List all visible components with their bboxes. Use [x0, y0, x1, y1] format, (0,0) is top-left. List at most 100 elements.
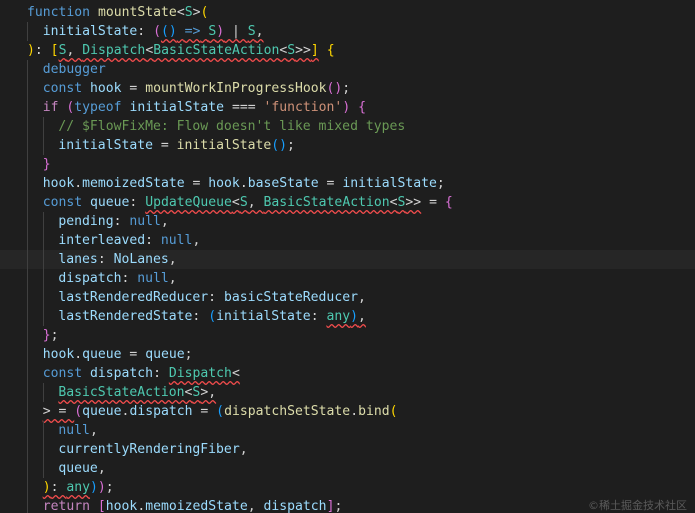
code-line[interactable]: interleaved: null,: [0, 231, 695, 250]
code-token: typeof: [74, 100, 122, 115]
code-line[interactable]: null,: [0, 421, 695, 440]
code-token: dispatch: [58, 271, 122, 286]
code-token: ,: [89, 423, 98, 438]
code-token: ,: [160, 214, 169, 229]
code-line[interactable]: // $FlowFixMe: Flow doesn't like mixed t…: [0, 117, 695, 136]
code-text: // $FlowFixMe: Flow doesn't like mixed t…: [58, 117, 405, 136]
code-token: =: [121, 81, 146, 96]
indent-guide: [27, 22, 28, 41]
code-token: function: [27, 5, 91, 20]
code-token: BasicStateAction: [263, 195, 390, 210]
code-line[interactable]: ): any));: [0, 478, 695, 497]
code-token: null: [160, 233, 193, 248]
indent-guide: [27, 421, 28, 440]
code-token: {: [358, 100, 366, 115]
code-token: queue: [82, 347, 122, 362]
code-text: interleaved: null,: [58, 231, 200, 250]
code-line[interactable]: const dispatch: Dispatch<: [0, 364, 695, 383]
code-line[interactable]: const hook = mountWorkInProgressHook();: [0, 79, 695, 98]
code-token: const: [42, 366, 83, 381]
code-token: baseState: [247, 176, 319, 191]
code-token: initialState: [176, 138, 272, 153]
indent-guide: [27, 117, 28, 136]
code-line[interactable]: currentlyRenderingFiber,: [0, 440, 695, 459]
code-line[interactable]: const queue: UpdateQueue<S, BasicStateAc…: [0, 193, 695, 212]
code-text: dispatch: null,: [58, 269, 176, 288]
code-line[interactable]: lanes: NoLanes,: [0, 250, 695, 269]
code-token: ;: [50, 328, 59, 343]
code-text: currentlyRenderingFiber,: [58, 440, 247, 459]
code-token: const: [42, 195, 83, 210]
code-line[interactable]: lastRenderedState: (initialState: any),: [0, 307, 695, 326]
code-token: <: [176, 5, 185, 20]
code-line[interactable]: if (typeof initialState === 'function') …: [0, 98, 695, 117]
code-token: }: [42, 157, 51, 172]
indent-guide: [27, 307, 28, 326]
indent-guide: [27, 269, 28, 288]
code-token: Dispatch: [168, 366, 232, 381]
code-text: null,: [58, 421, 97, 440]
code-token: hook: [105, 499, 138, 513]
code-token: :: [129, 195, 146, 210]
code-line[interactable]: }: [0, 155, 695, 174]
code-token: :: [192, 309, 209, 324]
indent-guide: [42, 383, 44, 402]
code-token: ): [42, 480, 51, 495]
code-line[interactable]: };: [0, 326, 695, 345]
code-token: > =: [42, 404, 75, 419]
code-token: .: [74, 347, 83, 362]
code-token: mountWorkInProgressHook: [145, 81, 327, 96]
indent-guide: [27, 459, 28, 478]
code-line[interactable]: hook.memoizedState = hook.baseState = in…: [0, 174, 695, 193]
code-token: ,: [358, 309, 366, 324]
code-line[interactable]: > = (queue.dispatch = (dispatchSetState.…: [0, 402, 695, 421]
code-line[interactable]: debugger: [0, 60, 695, 79]
indent-guide: [42, 307, 44, 326]
code-token: =>: [184, 24, 201, 39]
indent-guide: [27, 250, 28, 269]
code-token: ): [90, 480, 98, 495]
code-token: >>: [295, 43, 311, 58]
code-token: |: [224, 24, 248, 39]
indent-guide: [27, 136, 28, 155]
code-text: BasicStateAction<S>,: [58, 383, 216, 402]
code-token: ,: [192, 233, 201, 248]
indent-guide: [42, 440, 44, 459]
code-editor[interactable]: function mountState<S>(initialState: (()…: [0, 0, 695, 513]
code-line[interactable]: lastRenderedReducer: basicStateReducer,: [0, 288, 695, 307]
code-line[interactable]: ): [S, Dispatch<BasicStateAction<S>>] {: [0, 41, 695, 60]
code-token: ,: [66, 43, 83, 58]
code-text: pending: null,: [58, 212, 168, 231]
code-token: ,: [247, 195, 264, 210]
code-text: queue,: [58, 459, 105, 478]
code-token: <: [231, 366, 240, 381]
indent-guide: [42, 117, 44, 136]
code-token: hook: [42, 347, 75, 362]
code-token: mountState: [97, 5, 177, 20]
indent-guide: [27, 345, 28, 364]
indent-guide: [27, 288, 28, 307]
code-line[interactable]: pending: null,: [0, 212, 695, 231]
code-line[interactable]: dispatch: null,: [0, 269, 695, 288]
indent-guide: [27, 383, 28, 402]
code-token: :: [153, 366, 169, 381]
code-line[interactable]: queue,: [0, 459, 695, 478]
code-token: .: [350, 404, 359, 419]
code-token: initialState: [58, 138, 153, 153]
code-line[interactable]: BasicStateAction<S>,: [0, 383, 695, 402]
code-token: ]: [310, 43, 319, 58]
indent-guide: [42, 459, 44, 478]
code-line[interactable]: initialState = initialState();: [0, 136, 695, 155]
code-text: initialState = initialState();: [58, 136, 295, 155]
code-line[interactable]: initialState: (() => S) | S,: [0, 22, 695, 41]
code-token: // $FlowFixMe: Flow doesn't like mixed t…: [58, 119, 406, 134]
code-token: interleaved: [58, 233, 146, 248]
code-token: lastRenderedState: [58, 309, 193, 324]
indent-guide: [27, 174, 28, 193]
code-token: ,: [357, 290, 366, 305]
indent-guide: [27, 60, 28, 79]
code-token: {: [444, 195, 453, 210]
code-line[interactable]: hook.queue = queue;: [0, 345, 695, 364]
code-line[interactable]: function mountState<S>(: [0, 3, 695, 22]
